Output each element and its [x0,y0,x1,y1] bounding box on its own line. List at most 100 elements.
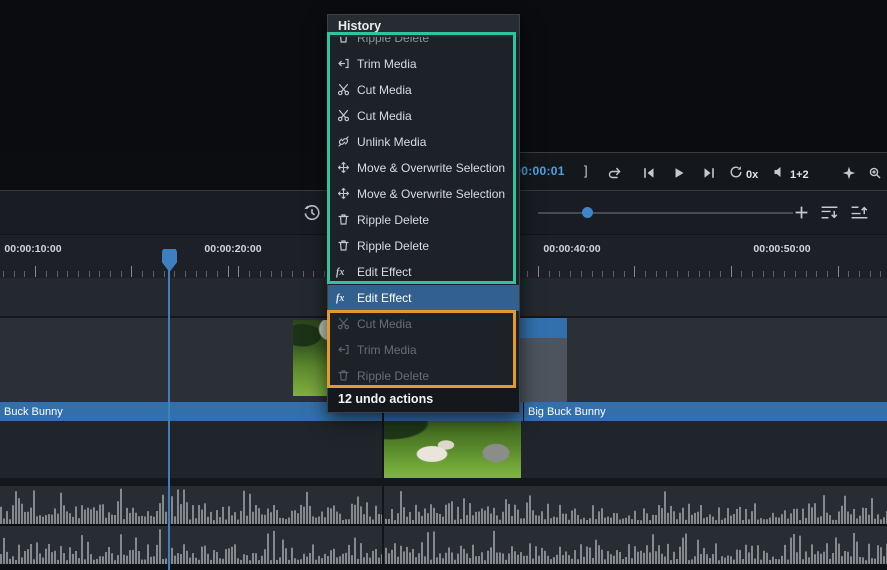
zoom-slider-track[interactable] [538,212,793,214]
history-item[interactable]: Unlink Media [328,129,519,155]
ruler-tick [238,266,239,277]
history-menu-title: History [328,15,519,37]
clip-bar-buck-bunny[interactable]: Buck Bunny [0,402,382,421]
history-item-label: Ripple Delete [357,213,429,227]
ruler-tick [281,271,282,277]
ruler-tick [677,271,678,277]
history-item: Trim Media [328,337,519,363]
history-icon[interactable] [303,204,321,222]
skip-start-icon[interactable] [641,165,657,181]
trim-icon [336,57,350,71]
ruler-tick [645,271,646,277]
scissors-icon [336,317,350,331]
ruler-tick [249,271,250,277]
history-item-label: Trim Media [357,57,417,71]
ruler-tick [634,266,635,277]
ruler-tick [795,271,796,277]
ruler-tick [196,271,197,277]
history-item-label: Ripple Delete [357,37,429,45]
ruler-tick [303,271,304,277]
audio-channels-value: 1+2 [790,169,809,181]
audio-waveform [0,526,382,564]
ruler-timecode-label: 00:00:40:00 [543,243,600,255]
audio-waveform [385,486,887,524]
ruler-tick [581,271,582,277]
ruler-tick [720,271,721,277]
trash-icon [336,213,350,227]
ruler-tick [656,271,657,277]
speed-icon [729,165,743,184]
clip-block[interactable] [520,318,567,402]
ruler-tick [3,271,4,277]
play-icon[interactable] [671,165,687,181]
fx-icon: fx [336,265,350,279]
ruler-tick [763,271,764,277]
ruler-tick [217,271,218,277]
unlink-icon [336,135,350,149]
loop-icon[interactable] [607,165,623,181]
zoom-slider-handle[interactable] [582,207,593,218]
ruler-tick [24,271,25,277]
ruler-tick [592,271,593,277]
add-audio-track-icon[interactable] [850,204,869,221]
ruler-tick [880,271,881,277]
ruler-tick [89,271,90,277]
ruler-tick [164,271,165,277]
history-item-label: Cut Media [357,83,412,97]
add-icon[interactable] [794,205,809,220]
ruler-tick [613,271,614,277]
ruler-tick [859,271,860,277]
ruler-tick [206,271,207,277]
ruler-tick [46,271,47,277]
ruler-timecode-label: 00:00:10:00 [4,243,61,255]
skip-end-icon[interactable] [701,165,717,181]
history-item[interactable]: Trim Media [328,51,519,77]
history-item[interactable]: Ripple Delete [328,207,519,233]
history-item-label: Ripple Delete [357,369,429,383]
history-item[interactable]: Ripple Delete [328,37,519,51]
history-item-label: Cut Media [357,109,412,123]
ruler-tick [827,271,828,277]
ruler-tick [741,271,742,277]
trash-icon [336,369,350,383]
history-item[interactable]: Move & Overwrite Selection [328,181,519,207]
zoom-icon[interactable] [867,165,883,181]
move-icon [336,161,350,175]
history-item-label: Trim Media [357,343,417,357]
playback-speed-control[interactable]: 0x [729,165,758,184]
ruler-tick [313,271,314,277]
ruler-tick [838,266,839,277]
history-item-label: Move & Overwrite Selection [357,187,505,201]
clip-label: Big Buck Bunny [524,403,606,418]
clip-thumbnail-2[interactable] [384,421,521,478]
clip-block-header [520,318,567,338]
fx-icon: fx [336,291,350,305]
ruler-tick [806,271,807,277]
ruler-tick [78,271,79,277]
history-item[interactable]: fxEdit Effect [328,259,519,285]
audio-channels-control[interactable]: 1+2 [773,165,809,184]
ruler-tick [228,266,229,277]
history-item[interactable]: Cut Media [328,103,519,129]
scissors-icon [336,109,350,123]
ruler-tick [549,271,550,277]
ruler-tick [174,271,175,277]
svg-text:fx: fx [336,293,344,304]
add-video-track-icon[interactable] [820,204,839,221]
speed-value: 0x [746,169,758,181]
bottom-strip [0,564,887,570]
ruler-tick [816,271,817,277]
ruler-tick [666,271,667,277]
history-item[interactable]: Ripple Delete [328,233,519,259]
history-item[interactable]: Move & Overwrite Selection [328,155,519,181]
speaker-icon [773,165,787,184]
history-item[interactable]: Cut Media [328,77,519,103]
ruler-timecode-label: 00:00:50:00 [753,243,810,255]
snap-icon[interactable] [841,165,857,181]
ruler-tick [624,271,625,277]
history-item[interactable]: fxEdit Effect [328,285,519,311]
ruler-tick [260,271,261,277]
history-menu-list: Ripple Delete Trim Media Cut Media Cut Medi… [328,37,519,387]
clip-bar-big-buck-bunny[interactable]: Big Buck Bunny [524,402,887,421]
ruler-tick [110,271,111,277]
